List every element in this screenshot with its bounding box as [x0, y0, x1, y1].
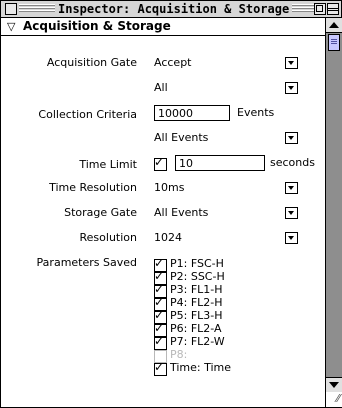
checkmark-icon: ✓ [154, 282, 165, 296]
title-bar[interactable]: Inspector: Acquisition & Storage [1, 1, 341, 18]
storage-gate-dropdown-icon[interactable] [285, 207, 298, 219]
checkmark-icon: ✓ [154, 269, 165, 283]
checkmark-icon: ✓ [154, 360, 165, 374]
time-resolution-label: Time Resolution [49, 181, 137, 194]
collection-count-unit: Events [237, 106, 275, 119]
time-limit-label: Time Limit [79, 158, 137, 171]
acquisition-gate-sub-dropdown-icon[interactable] [285, 82, 298, 94]
collection-events-dropdown-icon[interactable] [285, 132, 298, 144]
close-box-icon[interactable] [5, 3, 17, 15]
param-label: P3: FL1-H [170, 283, 223, 296]
acquisition-gate-value[interactable]: Accept [154, 56, 192, 69]
checkmark-icon: ✓ [154, 321, 165, 335]
parameters-saved-label: Parameters Saved [36, 256, 137, 269]
param-checkbox[interactable]: ✓ [154, 334, 167, 350]
collection-criteria-label: Collection Criteria [38, 108, 137, 121]
window-title: Inspector: Acquisition & Storage [55, 1, 293, 17]
scroll-down-arrow-icon[interactable] [326, 377, 342, 393]
param-label: Time: Time [170, 361, 232, 374]
section-title: Acquisition & Storage [23, 19, 171, 33]
param-label: P7: FL2-W [170, 335, 225, 348]
checkmark-icon: ✓ [154, 295, 165, 309]
scroll-track[interactable] [326, 33, 342, 377]
param-label: P5: FL3-H [170, 309, 223, 322]
param-checkbox[interactable]: ✓ [154, 360, 167, 376]
zoom-box-icon[interactable] [314, 3, 326, 15]
acquisition-gate-dropdown-icon[interactable] [285, 57, 298, 69]
collection-events-value[interactable]: All Events [154, 131, 208, 144]
acquisition-gate-subvalue[interactable]: All [154, 81, 168, 94]
param-label: P4: FL2-H [170, 296, 223, 309]
checkmark-icon: ✓ [154, 256, 165, 270]
vertical-scrollbar[interactable]: ⁄⁄ [325, 18, 342, 407]
inspector-window: Inspector: Acquisition & Storage ▽ Acqui… [0, 0, 342, 408]
time-limit-field[interactable]: 10 [175, 155, 265, 171]
param-label: P6: FL2-A [170, 322, 222, 335]
section-header[interactable]: ▽ Acquisition & Storage [1, 18, 325, 36]
time-limit-checkbox[interactable]: ✓ [154, 155, 167, 171]
param-label: P2: SSC-H [170, 270, 225, 283]
time-limit-unit: seconds [270, 156, 315, 169]
acquisition-gate-label: Acquisition Gate [46, 56, 137, 69]
param-label: P1: FSC-H [170, 257, 224, 270]
resize-grip-icon[interactable]: ⁄⁄ [326, 392, 342, 407]
scroll-up-arrow-icon[interactable] [326, 18, 342, 33]
param-label-disabled: P8: [170, 348, 188, 361]
time-resolution-value[interactable]: 10ms [154, 181, 184, 194]
resolution-label: Resolution [79, 231, 137, 244]
inspector-content: ▽ Acquisition & Storage Acquisition Gate… [1, 18, 325, 407]
checkmark-icon: ✓ [154, 155, 165, 169]
resolution-value[interactable]: 1024 [154, 231, 182, 244]
resolution-dropdown-icon[interactable] [285, 232, 298, 244]
time-resolution-dropdown-icon[interactable] [285, 182, 298, 194]
scroll-thumb[interactable] [328, 34, 340, 51]
storage-gate-value[interactable]: All Events [154, 206, 208, 219]
storage-gate-label: Storage Gate [64, 206, 137, 219]
disclosure-triangle-down-icon[interactable]: ▽ [7, 20, 15, 33]
checkmark-icon: ✓ [154, 308, 165, 322]
collection-count-field[interactable]: 10000 [154, 105, 230, 121]
checkmark-icon: ✓ [154, 334, 165, 348]
windowshade-box-icon[interactable] [327, 3, 339, 15]
